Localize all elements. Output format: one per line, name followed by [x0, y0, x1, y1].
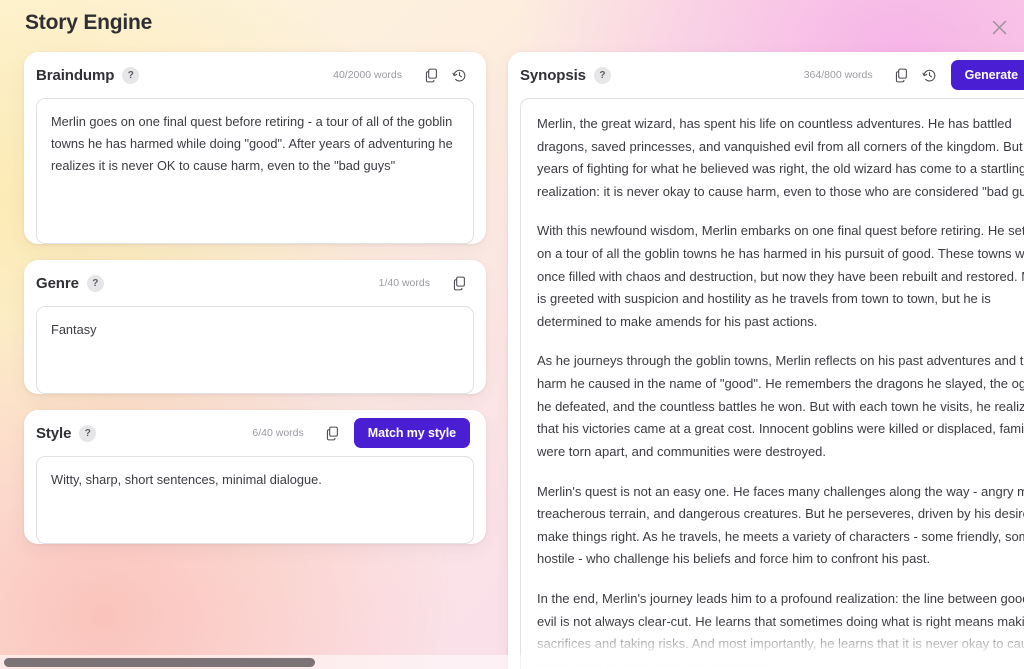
help-icon[interactable]: ? [122, 66, 140, 84]
style-card-header: Style ? 6/40 words Match my style [24, 410, 486, 456]
match-my-style-button[interactable]: Match my style [353, 418, 470, 448]
synopsis-card: Synopsis ? 364/800 words Generate Merlin… [508, 52, 1024, 669]
copy-button[interactable] [891, 64, 913, 86]
synopsis-paragraph: Merlin, the great wizard, has spent his … [537, 116, 1024, 199]
synopsis-text[interactable]: Merlin, the great wizard, has spent his … [520, 98, 1024, 669]
help-icon[interactable]: ? [593, 66, 611, 84]
close-icon [991, 19, 1008, 36]
horizontal-scrollbar[interactable] [0, 655, 1024, 669]
genre-input[interactable]: Fantasy [36, 306, 474, 394]
page-title: Story Engine [25, 11, 153, 34]
right-column: Synopsis ? 364/800 words Generate Merlin… [508, 52, 1024, 669]
copy-button[interactable] [420, 64, 442, 86]
history-button[interactable] [448, 64, 470, 86]
synopsis-title: Synopsis [520, 66, 586, 84]
copy-button[interactable] [322, 422, 344, 444]
generate-button[interactable]: Generate [950, 60, 1024, 90]
help-icon[interactable]: ? [79, 424, 97, 442]
left-column: Braindump ? 40/2000 words Merlin goes on… [24, 52, 486, 560]
genre-card-header: Genre ? 1/40 words [24, 260, 486, 306]
braindump-title: Braindump [36, 66, 115, 84]
history-icon [922, 68, 937, 83]
synopsis-paragraph: As he journeys through the goblin towns,… [537, 353, 1024, 459]
genre-card: Genre ? 1/40 words Fantasy [24, 260, 486, 394]
scrollbar-thumb[interactable] [4, 658, 315, 667]
genre-word-count: 1/40 words [378, 277, 430, 289]
braindump-card: Braindump ? 40/2000 words Merlin goes on… [24, 52, 486, 244]
app-header: Story Engine [0, 0, 1024, 52]
style-card: Style ? 6/40 words Match my style Witty,… [24, 410, 486, 544]
style-word-count: 6/40 words [252, 427, 304, 439]
genre-title: Genre [36, 274, 79, 292]
copy-icon [424, 68, 439, 83]
help-icon[interactable]: ? [86, 274, 104, 292]
close-button[interactable] [984, 12, 1014, 42]
braindump-card-header: Braindump ? 40/2000 words [24, 52, 486, 98]
style-title: Style [36, 424, 72, 442]
style-input[interactable]: Witty, sharp, short sentences, minimal d… [36, 456, 474, 544]
copy-icon [325, 426, 340, 441]
synopsis-card-header: Synopsis ? 364/800 words Generate [508, 52, 1024, 98]
history-icon [451, 68, 467, 83]
braindump-word-count: 40/2000 words [333, 69, 402, 81]
copy-icon [452, 276, 467, 291]
copy-icon [894, 68, 909, 83]
braindump-input[interactable]: Merlin goes on one final quest before re… [36, 98, 474, 244]
copy-button[interactable] [448, 272, 470, 294]
synopsis-paragraph: Merlin's quest is not an easy one. He fa… [537, 483, 1024, 567]
synopsis-paragraph: With this newfound wisdom, Merlin embark… [537, 223, 1024, 329]
history-button[interactable] [919, 64, 941, 86]
synopsis-word-count: 364/800 words [803, 69, 873, 81]
